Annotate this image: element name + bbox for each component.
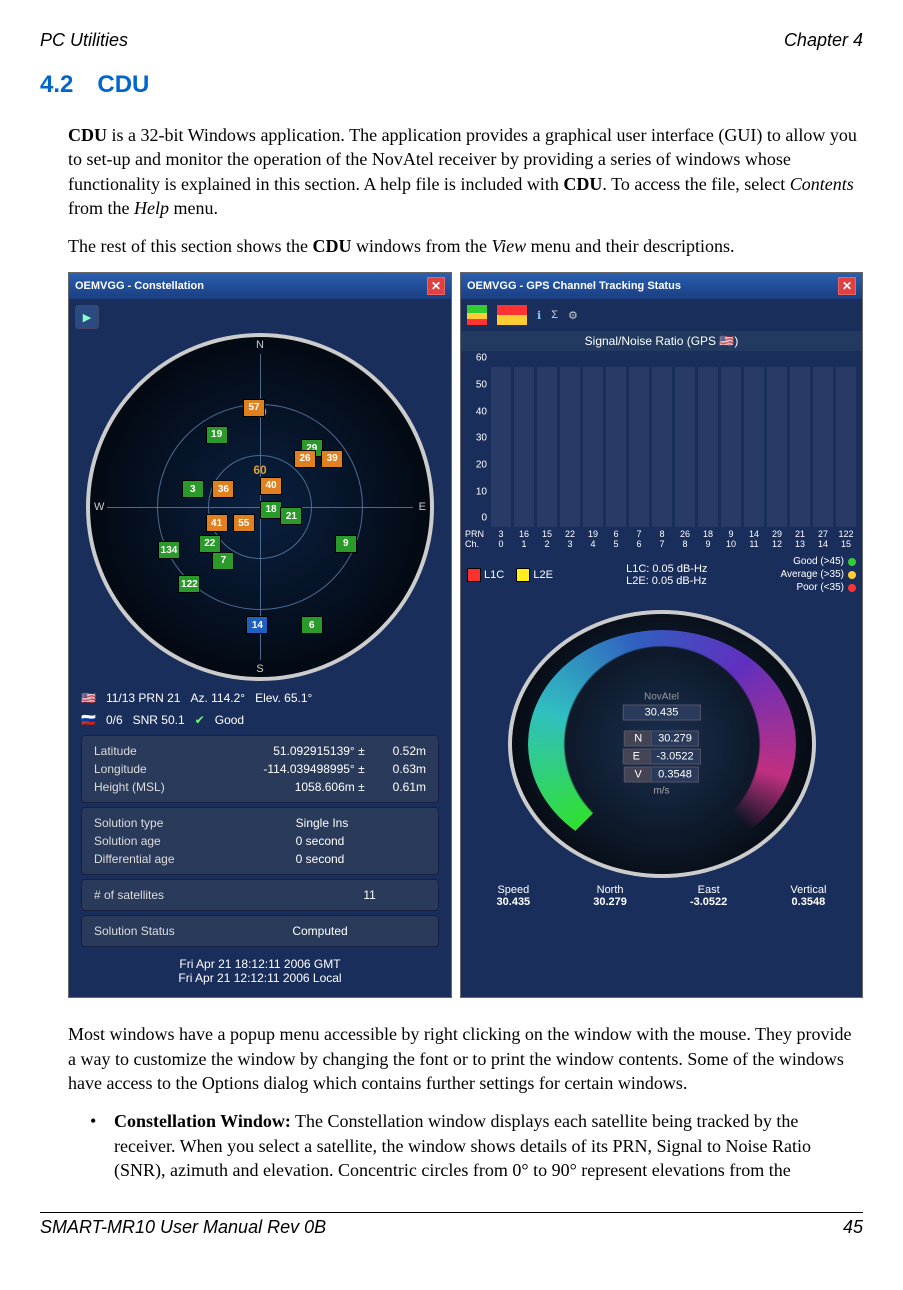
solution-panel: Solution typeSingle Ins Solution age0 se… — [81, 807, 439, 875]
cdu-bold-1: CDU — [68, 125, 107, 145]
footer-left: SMART-MR10 User Manual Rev 0B — [40, 1217, 326, 1238]
bullet-constellation: Constellation Window: The Constellation … — [90, 1109, 863, 1182]
snr-bar-9 — [698, 367, 718, 527]
constellation-radar[interactable]: 30 60 N S W E 57192926393364041551821227… — [86, 333, 434, 681]
satellite-18[interactable]: 18 — [260, 501, 282, 519]
satellite-134[interactable]: 134 — [158, 541, 180, 559]
gear-icon[interactable]: ⚙ — [568, 309, 578, 322]
solution-status-panel: Solution StatusComputed — [81, 915, 439, 947]
snr-bar-7 — [652, 367, 672, 527]
snr-bar-5 — [606, 367, 626, 527]
velocity-gauge: NovAtel 30.435 N30.279 E-3.0522 V0.3548 … — [508, 610, 816, 878]
satellite-19[interactable]: 19 — [206, 426, 228, 444]
time-panel: Fri Apr 21 18:12:11 2006 GMT Fri Apr 21 … — [75, 951, 445, 991]
snr-chart-title: Signal/Noise Ratio (GPS 🇺🇸) — [461, 331, 862, 351]
close-icon[interactable]: ✕ — [838, 277, 856, 295]
sigma-icon[interactable]: Σ — [551, 309, 558, 321]
snr-bar-13 — [790, 367, 810, 527]
section-number: 4.2 — [40, 71, 73, 98]
l1c-swatch — [467, 568, 481, 582]
satellite-3[interactable]: 3 — [182, 480, 204, 498]
satellite-26[interactable]: 26 — [294, 450, 316, 468]
flag-icon[interactable] — [497, 305, 527, 325]
satellite-9[interactable]: 9 — [335, 535, 357, 553]
tracking-status-window: OEMVGG - GPS Channel Tracking Status ✕ ℹ… — [460, 272, 863, 998]
header-left: PC Utilities — [40, 30, 128, 51]
ring-60-label: 60 — [253, 463, 266, 477]
snr-bar-11 — [744, 367, 764, 527]
satellite-21[interactable]: 21 — [280, 507, 302, 525]
bullet-list: Constellation Window: The Constellation … — [90, 1109, 863, 1182]
satellite-57[interactable]: 57 — [243, 399, 265, 417]
info-icon[interactable]: ℹ — [537, 309, 541, 322]
satellite-39[interactable]: 39 — [321, 450, 343, 468]
tracking-toolbar: ℹ Σ ⚙ — [461, 299, 862, 331]
snr-bar-4 — [583, 367, 603, 527]
sat-count-panel: # of satellites11 — [81, 879, 439, 911]
snr-bar-1 — [514, 367, 534, 527]
snr-bar-10 — [721, 367, 741, 527]
chart-icon[interactable] — [467, 305, 487, 325]
snr-bar-12 — [767, 367, 787, 527]
tracking-title: OEMVGG - GPS Channel Tracking Status — [467, 280, 681, 292]
snr-bar-14 — [813, 367, 833, 527]
constellation-toolbar: ▶ — [75, 305, 445, 329]
snr-chart: 0102030405060 — [461, 351, 862, 529]
section-title: CDU — [97, 71, 149, 98]
satellite-6[interactable]: 6 — [301, 616, 323, 634]
snr-bar-6 — [629, 367, 649, 527]
constellation-status: 🇺🇸11/13 PRN 21 Az. 114.2° Elev. 65.1° — [75, 687, 445, 709]
snr-bar-2 — [537, 367, 557, 527]
header-right: Chapter 4 — [784, 30, 863, 51]
snr-bar-8 — [675, 367, 695, 527]
paragraph-1: CDU is a 32-bit Windows application. The… — [68, 123, 863, 220]
constellation-status-2: 🇷🇺0/6 SNR 50.1 ✔Good — [75, 709, 445, 731]
satellite-122[interactable]: 122 — [178, 575, 200, 593]
satellite-14[interactable]: 14 — [246, 616, 268, 634]
constellation-title: OEMVGG - Constellation — [75, 280, 204, 292]
satellite-7[interactable]: 7 — [212, 552, 234, 570]
page-header: PC Utilities Chapter 4 — [40, 30, 863, 51]
gauge-footer: Speed30.435 North30.279 East-3.0522 Vert… — [461, 878, 862, 916]
close-icon[interactable]: ✕ — [427, 277, 445, 295]
paragraph-3: Most windows have a popup menu accessibl… — [68, 1022, 863, 1095]
page-footer: SMART-MR10 User Manual Rev 0B 45 — [40, 1212, 863, 1238]
snr-bar-0 — [491, 367, 511, 527]
play-icon[interactable]: ▶ — [75, 305, 99, 329]
constellation-titlebar[interactable]: OEMVGG - Constellation ✕ — [69, 273, 451, 299]
snr-bar-15 — [836, 367, 856, 527]
position-panel: Latitude51.092915139° ±0.52m Longitude-1… — [81, 735, 439, 803]
constellation-window: OEMVGG - Constellation ✕ ▶ 30 60 N S W E… — [68, 272, 452, 998]
section-heading: 4.2 CDU — [40, 71, 863, 99]
gauge-main: 30.435 — [622, 705, 700, 721]
tracking-titlebar[interactable]: OEMVGG - GPS Channel Tracking Status ✕ — [461, 273, 862, 299]
satellite-41[interactable]: 41 — [206, 514, 228, 532]
satellite-40[interactable]: 40 — [260, 477, 282, 495]
cdu-screenshots: OEMVGG - Constellation ✕ ▶ 30 60 N S W E… — [68, 272, 863, 998]
satellite-22[interactable]: 22 — [199, 535, 221, 553]
satellite-36[interactable]: 36 — [212, 480, 234, 498]
footer-right: 45 — [843, 1217, 863, 1238]
paragraph-2: The rest of this section shows the CDU w… — [68, 234, 863, 258]
satellite-55[interactable]: 55 — [233, 514, 255, 532]
cdu-bold-2: CDU — [563, 174, 602, 194]
snr-bar-3 — [560, 367, 580, 527]
